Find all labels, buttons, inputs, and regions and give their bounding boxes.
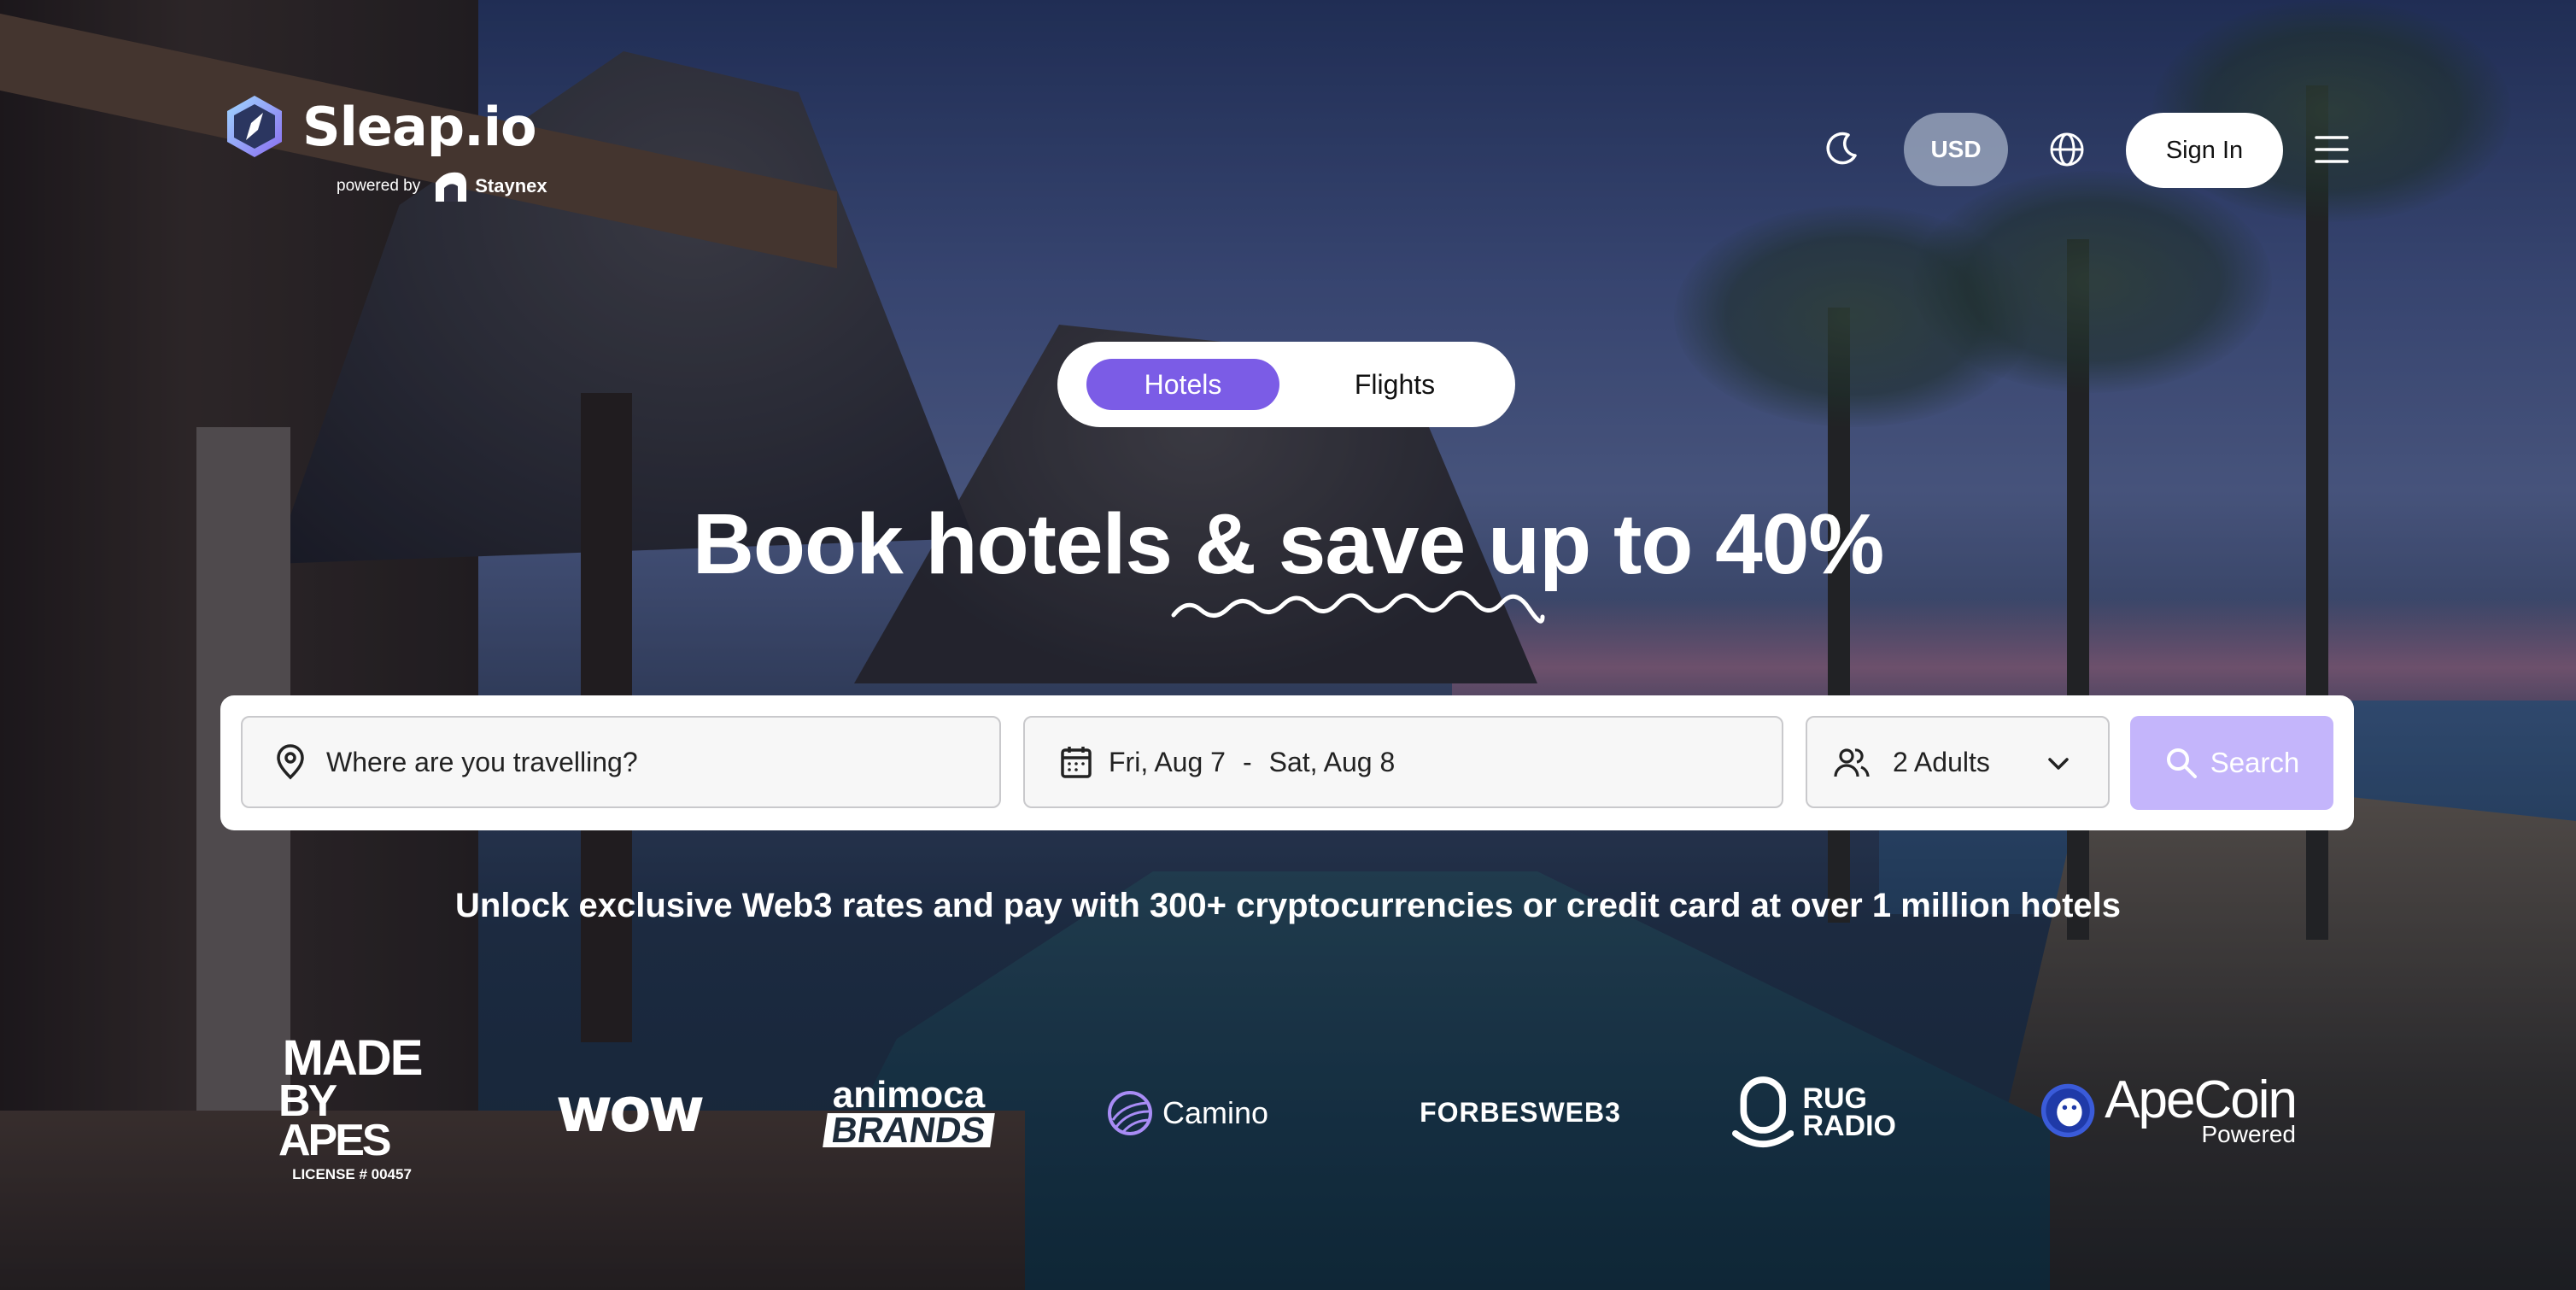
users-icon: [1833, 743, 1871, 781]
currency-button[interactable]: USD: [1904, 113, 2008, 186]
guests-value: 2 Adults: [1893, 746, 1990, 777]
rug-radio-text: RUG RADIO: [1802, 1082, 1896, 1142]
rug-line1: RUG: [1802, 1082, 1867, 1115]
staynex-brand: Staynex: [475, 175, 547, 196]
search-button-label: Search: [2210, 747, 2300, 778]
brand-logo[interactable]: Sleap.io: [224, 94, 537, 159]
camino-logo-icon: [1107, 1091, 1152, 1135]
rug-line2: RADIO: [1802, 1110, 1896, 1142]
date-range-field[interactable]: Fri, Aug 7 - Sat, Aug 8: [1023, 716, 1783, 808]
brand-name: Sleap.io: [302, 95, 537, 158]
compass-logo-icon: [227, 96, 282, 157]
tab-flights[interactable]: Flights: [1305, 359, 1484, 410]
destination-placeholder: Where are you travelling?: [326, 746, 638, 777]
partner-forbes-web3: FORBESWEB3: [1420, 1096, 1621, 1128]
moon-icon: [1826, 132, 1857, 165]
check-out-date: Sat, Aug 8: [1268, 746, 1396, 777]
search-icon: [2166, 748, 2197, 778]
tab-hotels[interactable]: Hotels: [1086, 359, 1279, 410]
mba-line1: MADE: [282, 1030, 424, 1087]
apecoin-logo-icon: [2040, 1083, 2095, 1138]
apecoin-name: ApeCoin: [2105, 1070, 2298, 1129]
partner-camino: Camino: [1104, 1085, 1271, 1141]
check-in-date: Fri, Aug 7: [1109, 746, 1226, 777]
location-pin-icon: [272, 743, 309, 781]
hero-headline: Book hotels & save up to 40%: [692, 496, 1885, 592]
partner-rug-radio: RUG RADIO: [1732, 1073, 1896, 1152]
rug-radio-logo-icon: [1732, 1076, 1794, 1147]
partner-animoca-brands: animoca BRANDS: [823, 1063, 995, 1162]
apecoin-text: ApeCoin Powered: [2105, 1070, 2298, 1148]
mba-license: LICENSE # 00457: [292, 1166, 412, 1183]
partner-wow: wow: [555, 1074, 705, 1146]
partner-made-by-apes: MADE BY APES LICENSE # 00457: [278, 1034, 425, 1182]
date-separator: -: [1242, 746, 1252, 777]
search-button[interactable]: Search: [2130, 716, 2333, 810]
menu-button[interactable]: [2313, 132, 2351, 167]
partner-apecoin: ApeCoin Powered: [2040, 1070, 2298, 1150]
destination-field[interactable]: Where are you travelling?: [241, 716, 1001, 808]
hero-subtitle: Unlock exclusive Web3 rates and pay with…: [455, 887, 2121, 924]
theme-toggle-button[interactable]: [1818, 125, 1865, 173]
search-bar: Where are you travelling? Fri, Aug 7 - S…: [220, 695, 2354, 830]
powered-by: powered by Staynex: [337, 169, 547, 203]
guests-dropdown[interactable]: 2 Adults: [1806, 716, 2110, 808]
camino-label: Camino: [1162, 1095, 1269, 1130]
headline-underline-squiggle: [1171, 590, 1545, 624]
chevron-down-icon: [2048, 758, 2069, 770]
animoca-line1: animoca: [832, 1074, 986, 1117]
mba-line2: BY APES: [278, 1076, 392, 1166]
hamburger-menu-icon: [2315, 136, 2349, 163]
sign-in-button[interactable]: Sign In: [2126, 113, 2283, 188]
language-button[interactable]: [2044, 126, 2090, 173]
animoca-line2: BRANDS: [823, 1110, 995, 1150]
search-type-tabs: Hotels Flights: [1057, 342, 1515, 427]
apecoin-sub: Powered: [2201, 1121, 2296, 1148]
staynex-logo-icon: [436, 172, 467, 202]
calendar-icon: [1057, 743, 1095, 781]
globe-icon: [2050, 132, 2084, 167]
powered-by-label: powered by: [337, 177, 421, 195]
